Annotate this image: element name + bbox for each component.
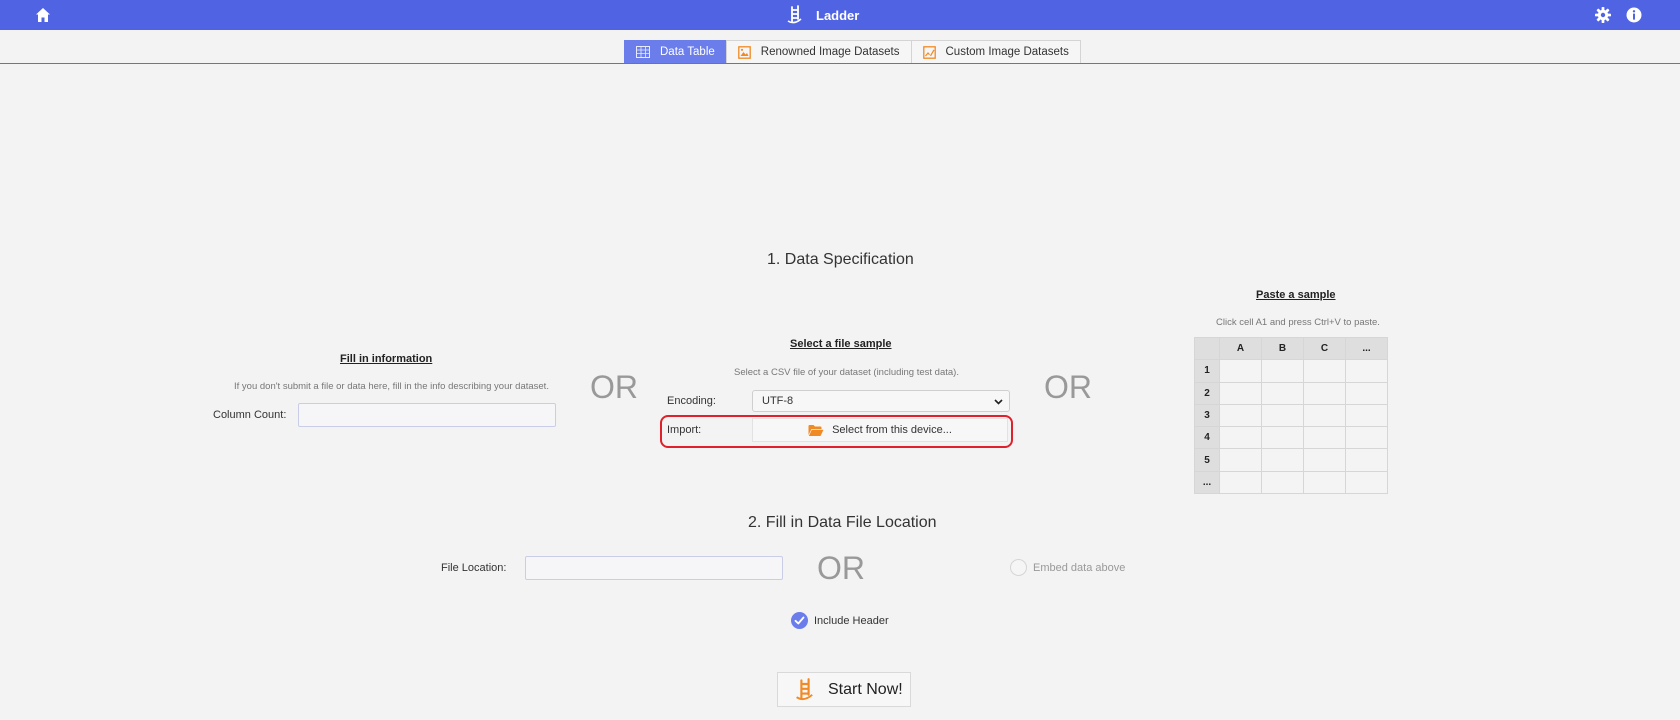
grid-col-header: C [1303, 336, 1346, 361]
grid-cell[interactable] [1345, 403, 1388, 428]
embed-data-label: Embed data above [1033, 562, 1126, 574]
tab-label: Renowned Image Datasets [760, 46, 900, 58]
grid-row-header: 2 [1194, 381, 1220, 405]
select-from-device-button[interactable]: Select from this device... [752, 418, 1008, 442]
image-edit-icon [922, 45, 936, 59]
info-icon[interactable] [1625, 6, 1643, 24]
encoding-select[interactable]: UTF-8 [752, 390, 1010, 412]
brand: Ladder [786, 5, 859, 25]
grid-cell[interactable] [1345, 448, 1388, 472]
grid-col-header: A [1219, 336, 1262, 361]
grid-cell[interactable] [1261, 470, 1304, 495]
embed-data-radio[interactable] [1010, 559, 1027, 576]
file-sample-hint: Select a CSV file of your dataset (inclu… [734, 367, 959, 378]
grid-row-header: 4 [1194, 426, 1220, 450]
image-icon [737, 45, 751, 59]
grid-cell[interactable] [1345, 359, 1388, 383]
import-label: Import: [667, 424, 702, 436]
section1-title: 1. Data Specification [767, 251, 914, 268]
grid-col-header: B [1261, 336, 1304, 361]
check-icon [794, 616, 805, 625]
grid-cell[interactable] [1303, 381, 1346, 405]
paste-sample-hint: Click cell A1 and press Ctrl+V to paste. [1216, 317, 1380, 328]
grid-row: ... [1194, 470, 1388, 495]
grid-row: 3 [1194, 403, 1388, 428]
grid-cell[interactable] [1261, 426, 1304, 450]
chevron-down-icon [994, 399, 1003, 405]
home-icon[interactable] [34, 6, 52, 24]
grid-cell[interactable] [1219, 381, 1262, 405]
grid-row: 4 [1194, 426, 1388, 450]
grid-cell[interactable] [1261, 448, 1304, 472]
top-bar: Ladder [0, 0, 1680, 30]
grid-cell[interactable] [1261, 381, 1304, 405]
grid-row: 5 [1194, 448, 1388, 472]
grid-col-header: ... [1345, 336, 1388, 361]
tab-data-table[interactable]: Data Table [624, 40, 727, 63]
ladder-logo-icon [796, 677, 813, 700]
include-header-checkbox[interactable] [791, 612, 808, 629]
gear-icon[interactable] [1594, 6, 1612, 24]
grid-row-header: 5 [1194, 448, 1220, 472]
file-location-input[interactable] [525, 556, 783, 580]
grid-row: 1 [1194, 359, 1388, 383]
grid-cell-a1[interactable] [1219, 359, 1262, 383]
or-divider-right: OR [1044, 369, 1092, 405]
app-title: Ladder [816, 7, 860, 23]
fill-info-heading: Fill in information [340, 353, 433, 365]
column-count-label: Column Count: [213, 409, 287, 421]
section2-title: 2. Fill in Data File Location [748, 514, 937, 531]
or-divider-left: OR [590, 369, 638, 405]
grid-cell[interactable] [1219, 470, 1262, 495]
grid-cell[interactable] [1303, 359, 1346, 383]
grid-cell[interactable] [1219, 403, 1262, 428]
column-count-input[interactable] [298, 403, 556, 427]
grid-corner [1194, 336, 1220, 361]
fill-info-hint: If you don't submit a file or data here,… [234, 381, 549, 392]
grid-cell[interactable] [1261, 359, 1304, 383]
or-divider-location: OR [817, 550, 865, 586]
grid-cell[interactable] [1303, 403, 1346, 428]
file-sample-heading: Select a file sample [790, 338, 892, 350]
grid-row-header: 1 [1194, 359, 1220, 383]
tab-renowned-image-datasets[interactable]: Renowned Image Datasets [725, 40, 912, 63]
tab-underline [0, 63, 1680, 64]
grid-row-header: ... [1194, 470, 1220, 495]
include-header-label: Include Header [814, 615, 889, 627]
grid-cell[interactable] [1303, 470, 1346, 495]
encoding-value: UTF-8 [762, 395, 794, 407]
grid-cell[interactable] [1303, 426, 1346, 450]
import-button-label: Select from this device... [832, 424, 952, 436]
paste-sample-heading: Paste a sample [1256, 289, 1336, 301]
grid-cell[interactable] [1345, 381, 1388, 405]
folder-open-icon [808, 424, 824, 436]
tab-custom-image-datasets[interactable]: Custom Image Datasets [910, 40, 1081, 63]
grid-cell[interactable] [1345, 426, 1388, 450]
ladder-logo-icon [787, 5, 802, 24]
grid-row: 2 [1194, 381, 1388, 405]
encoding-label: Encoding: [667, 395, 716, 407]
paste-sample-grid: A B C ... 1 2 3 4 5 ... [1194, 336, 1388, 495]
start-now-label: Start Now! [828, 680, 903, 698]
table-icon [636, 46, 650, 58]
grid-cell[interactable] [1219, 448, 1262, 472]
grid-cell[interactable] [1219, 426, 1262, 450]
grid-header-row: A B C ... [1194, 336, 1388, 361]
tab-label: Data Table [660, 46, 715, 58]
start-now-button[interactable]: Start Now! [777, 672, 911, 707]
grid-cell[interactable] [1261, 403, 1304, 428]
grid-row-header: 3 [1194, 403, 1220, 428]
grid-cell[interactable] [1303, 448, 1346, 472]
grid-cell[interactable] [1345, 470, 1388, 495]
tab-label: Custom Image Datasets [945, 46, 1069, 58]
file-location-label: File Location: [441, 562, 507, 574]
dataset-tabs: Data Table Renowned Image Datasets Custo… [624, 40, 1081, 63]
